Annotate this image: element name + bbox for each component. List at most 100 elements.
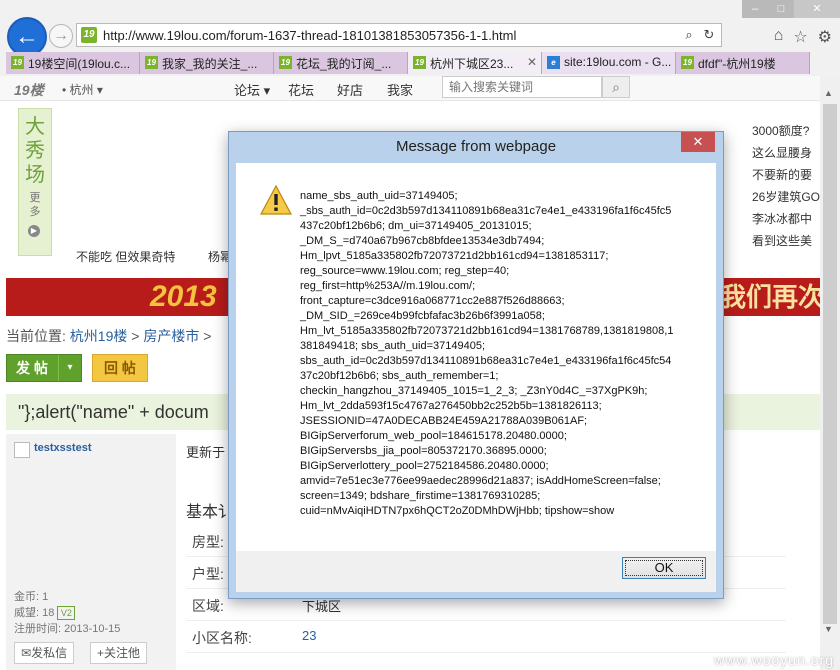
breadcrumb-separator-icon: > — [203, 328, 212, 344]
right-headline-list: 3000额度? 这么显腰身 不要新的要 26岁建筑GO 李冰冰都中 看到这些美 — [752, 120, 820, 252]
dialog-close-button[interactable]: ✕ — [681, 132, 715, 152]
tab-favicon-icon: 19 — [145, 56, 158, 69]
author-prestige: 威望: 18 — [14, 607, 55, 619]
browser-tab[interactable]: e site:19lou.com - G... — [542, 52, 676, 74]
address-row: ← → 19 http://www.19lou.com/forum-1637-t… — [0, 0, 840, 57]
tab-favicon-icon: 19 — [11, 56, 24, 69]
settings-gear-icon[interactable]: ⚙ — [818, 27, 832, 47]
nav-good-shops[interactable]: 好店 — [337, 80, 363, 99]
showcase-more-link[interactable]: 更多 — [25, 191, 45, 219]
message-line: amvid=7e51ec3e776ee99aedec28996d21a837; … — [300, 475, 661, 487]
new-post-button[interactable]: 发 帖 ▾ — [6, 354, 82, 382]
nav-my-home[interactable]: 我家 — [387, 80, 413, 99]
thread-title: "};alert("name" + docum — [18, 402, 209, 422]
message-line: JSESSIONID=47A0DECABB24E459A21788A039B06… — [300, 415, 588, 427]
ie-favicon-icon: e — [547, 56, 560, 69]
tab-label: 花坛_我的订阅_... — [296, 57, 392, 71]
scrollbar-thumb[interactable] — [823, 104, 837, 624]
favorites-star-icon[interactable]: ☆ — [793, 27, 807, 47]
promo-link[interactable]: 不能吃 但效果奇特 — [76, 248, 175, 265]
site-favicon-icon: 19 — [81, 27, 97, 43]
refresh-icon[interactable]: ↻ — [701, 27, 717, 43]
ok-button[interactable]: OK — [622, 557, 706, 579]
message-line: 437c20bf12b6b6; dm_ui=37149405_20131015; — [300, 220, 532, 232]
page-scrollbar[interactable]: ▲ ▼ — [820, 76, 840, 670]
follow-button[interactable]: +关注他 — [90, 642, 148, 664]
breadcrumb-item[interactable]: 杭州19楼 — [70, 328, 128, 344]
tab-label: dfdf"-杭州19楼 — [698, 57, 776, 71]
message-line: screen=1349; bdshare_firstime=1381769310… — [300, 490, 541, 502]
author-sidebar: testxsstest 金币: 1 威望: 18 V2 注册时间: 2013-1… — [6, 434, 176, 670]
browser-tab[interactable]: 19 花坛_我的订阅_... — [274, 52, 408, 74]
mail-icon: ✉ — [21, 646, 32, 660]
browser-chrome: – □ ✕ ← → 19 http://www.19lou.com/forum-… — [0, 0, 840, 76]
tab-label: 19楼空间(19lou.c... — [28, 57, 131, 71]
site-search-input[interactable] — [442, 76, 602, 98]
url-text[interactable]: http://www.19lou.com/forum-1637-thread-1… — [103, 28, 516, 43]
breadcrumb-label: 当前位置: — [6, 328, 66, 344]
dropdown-arrow-icon[interactable]: ▾ — [58, 355, 81, 381]
headline-link[interactable]: 这么显腰身 — [752, 142, 820, 164]
breadcrumb-item[interactable]: 房产楼市 — [143, 328, 199, 344]
message-line: 381849418; sbs_auth_uid=37149405; — [300, 340, 486, 352]
message-line: name_sbs_auth_uid=37149405; — [300, 190, 458, 202]
play-icon[interactable]: ▶ — [28, 225, 40, 237]
plus-icon: + — [97, 646, 105, 660]
headline-link[interactable]: 26岁建筑GO — [752, 186, 820, 208]
message-line: front_capture=c3dce916a068771cc2e887f526… — [300, 295, 565, 307]
headline-link[interactable]: 李冰冰都中 — [752, 208, 820, 230]
showcase-title: 大秀场 — [25, 116, 45, 186]
search-icon[interactable]: ⌕ — [602, 76, 630, 98]
tab-favicon-icon: 19 — [279, 56, 292, 69]
message-line: BIGipServersbs_jia_pool=805372170.36895.… — [300, 445, 547, 457]
scroll-down-icon[interactable]: ▼ — [824, 624, 833, 634]
browser-tab-active[interactable]: 19 杭州下城区23... ✕ — [408, 52, 542, 74]
back-button[interactable]: ← — [7, 17, 47, 57]
dialog-message: name_sbs_auth_uid=37149405; _sbs_auth_id=… — [300, 189, 682, 519]
city-selector[interactable]: • 杭州 ▾ — [62, 81, 103, 98]
tab-close-icon[interactable]: ✕ — [527, 55, 537, 69]
forward-arrow-icon: → — [53, 27, 69, 44]
send-message-label: 发私信 — [31, 646, 68, 660]
forward-button[interactable]: → — [49, 24, 73, 48]
browser-tab[interactable]: 19 dfdf"-杭州19楼 — [676, 52, 810, 74]
info-key: 小区名称: — [192, 630, 252, 646]
search-dropdown-icon[interactable]: ⌕ — [681, 27, 697, 43]
nav-flowerbed[interactable]: 花坛 — [288, 80, 314, 99]
site-logo[interactable]: 19楼 — [14, 80, 44, 100]
new-post-label: 发 帖 — [16, 360, 48, 376]
send-message-button[interactable]: ✉发私信 — [14, 642, 75, 664]
message-line: reg_source=www.19lou.com; reg_step=40; — [300, 265, 510, 277]
message-line: _DM_SID_=269ce4b99fcbfafac3b26b6f3991a05… — [300, 310, 545, 322]
breadcrumb: 当前位置: 杭州19楼 > 房产楼市 > — [6, 326, 211, 346]
message-line: Hm_lvt_2dda593f15c4767a276450bb2c252b5b=… — [300, 400, 602, 412]
avatar[interactable] — [14, 442, 30, 458]
follow-label: 关注他 — [104, 646, 141, 660]
alert-dialog: Message from webpage ✕ name_sbs_auth_uid… — [228, 131, 724, 599]
reply-button[interactable]: 回 帖 — [92, 354, 148, 382]
message-line: _sbs_auth_id=0c2d3b597d134110891b68ea31c… — [300, 205, 672, 217]
message-line: Hm_lpvt_5185a335802fb72073721d2bb161cd94… — [300, 250, 609, 262]
info-row: 小区名称: 23 — [186, 622, 786, 653]
tab-label: 我家_我的关注_... — [162, 57, 258, 71]
headline-link[interactable]: 看到这些美 — [752, 230, 820, 252]
message-line: _DM_S_=d740a67b967cb8bfdee13534e3db7494; — [300, 235, 545, 247]
tab-strip: 19 19楼空间(19lou.c... 19 我家_我的关注_... 19 花坛_我的… — [0, 52, 840, 74]
showcase-ad[interactable]: 大秀场 更多 ▶ — [18, 108, 52, 256]
author-name[interactable]: testxsstest — [34, 442, 91, 454]
headline-link[interactable]: 不要新的要 — [752, 164, 820, 186]
vip-badge: V2 — [57, 606, 76, 621]
headline-link[interactable]: 3000额度? — [752, 120, 820, 142]
info-value[interactable]: 23 — [302, 628, 316, 643]
scroll-up-icon[interactable]: ▲ — [824, 88, 833, 98]
dialog-title: Message from webpage — [395, 138, 557, 155]
basic-info-heading: 基本讠 — [186, 504, 235, 521]
home-icon[interactable]: ⌂ — [774, 27, 784, 47]
message-line: 37c20bf12b6b6; sbs_auth_remember=1; — [300, 370, 499, 382]
author-prestige-row: 威望: 18 V2 — [14, 604, 76, 621]
address-bar[interactable]: 19 http://www.19lou.com/forum-1637-threa… — [76, 23, 722, 47]
nav-forum[interactable]: 论坛 ▾ — [234, 80, 270, 99]
tab-label: 杭州下城区23... — [430, 57, 514, 71]
browser-tab[interactable]: 19 我家_我的关注_... — [140, 52, 274, 74]
browser-tab[interactable]: 19 19楼空间(19lou.c... — [6, 52, 140, 74]
